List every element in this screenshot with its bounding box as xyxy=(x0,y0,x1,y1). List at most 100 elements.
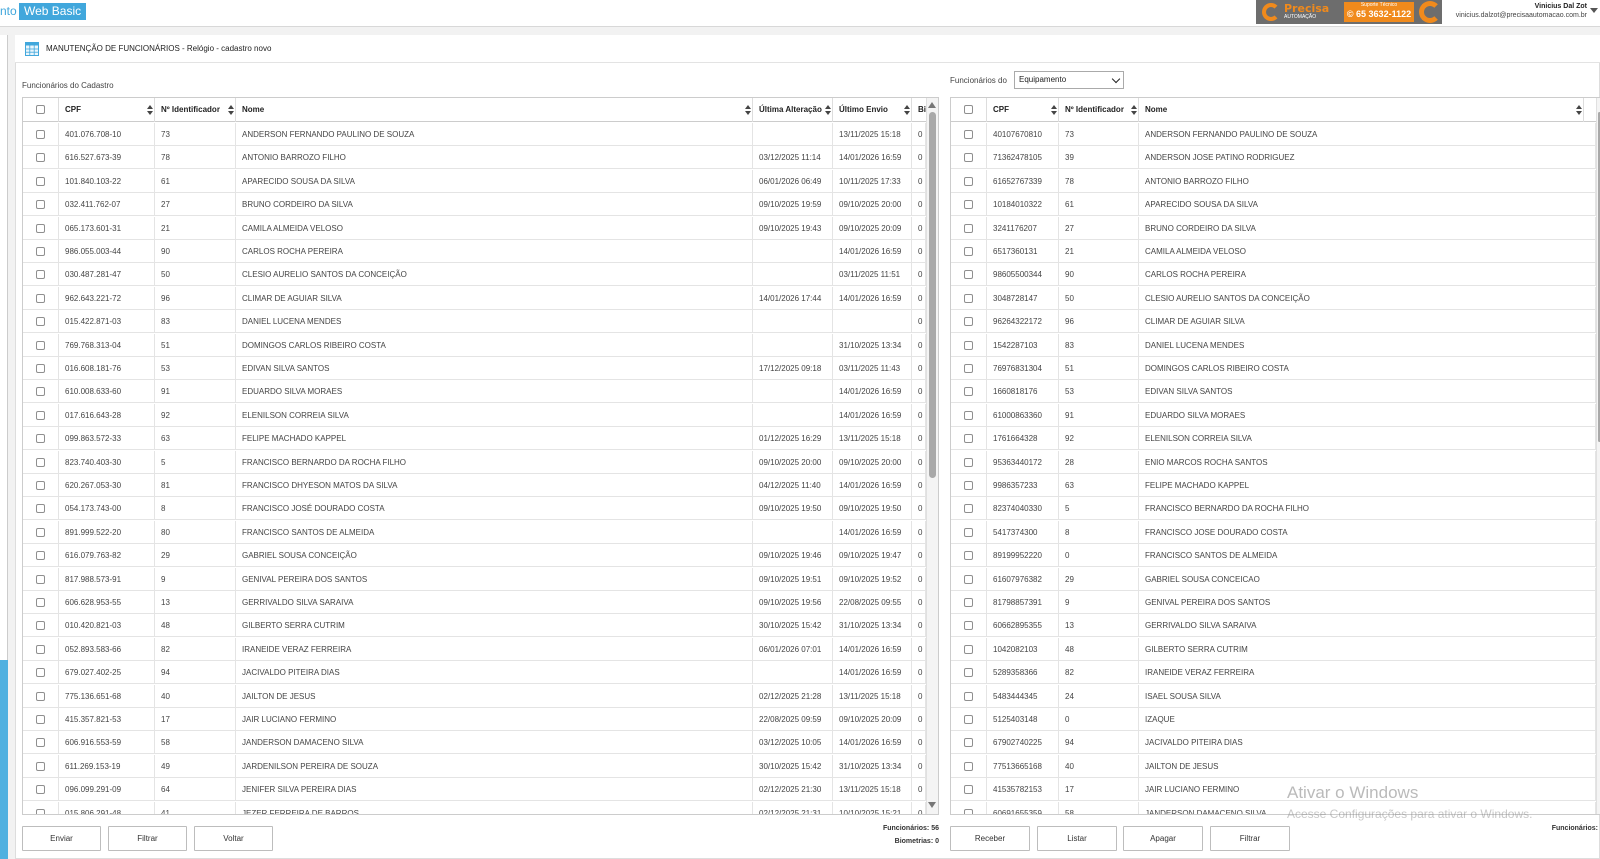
table-row[interactable]: 016.608.181-76 53 EDIVAN SILVA SANTOS 17/12… xyxy=(23,357,926,380)
filtrar-left-button[interactable]: Filtrar xyxy=(108,826,187,851)
apagar-button[interactable]: Apagar xyxy=(1123,826,1203,851)
row-checkbox[interactable] xyxy=(964,785,973,795)
table-row[interactable]: 89199952220 0 FRANCISCO SANTOS DE ALMEIDA xyxy=(951,544,1596,568)
row-checkbox[interactable] xyxy=(36,598,45,607)
table-row[interactable]: 015.422.871-03 83 DANIEL LUCENA MENDES 0 xyxy=(23,310,926,334)
table-row[interactable]: 769.768.313-04 51 DOMINGOS CARLOS RIBEIRO … xyxy=(23,333,926,357)
table-row[interactable]: 401.076.708-10 73 ANDERSON FERNANDO PAULIN… xyxy=(23,123,926,146)
voltar-button[interactable]: Voltar xyxy=(194,826,273,851)
row-checkbox[interactable] xyxy=(964,504,973,514)
table-row[interactable]: 82374040330 5 FRANCISCO BERNARDO DA ROCHA … xyxy=(951,497,1596,521)
table-row[interactable]: 606.916.553-59 58 JANDERSON DAMACENO SILVA… xyxy=(23,731,926,755)
table-row[interactable]: 032.411.762-07 27 BRUNO CORDEIRO DA SILVA 0… xyxy=(23,193,926,217)
column-header-identificador[interactable]: Nº Identificador xyxy=(155,98,236,122)
listar-button[interactable]: Listar xyxy=(1037,826,1117,851)
row-checkbox[interactable] xyxy=(36,527,45,537)
table-row[interactable]: 67902740225 94 JACIVALDO PITEIRA DIAS xyxy=(951,731,1596,755)
table-row[interactable]: 1761664328 92 ELENILSON CORREIA SILVA xyxy=(951,427,1596,451)
filtrar-right-button[interactable]: Filtrar xyxy=(1210,826,1290,851)
row-checkbox[interactable] xyxy=(36,410,45,420)
row-checkbox[interactable] xyxy=(964,200,973,210)
vertical-scrollbar[interactable] xyxy=(926,98,938,814)
table-row[interactable]: 61652767339 78 ANTONIO BARROZO FILHO xyxy=(951,169,1596,193)
table-row[interactable]: 065.173.601-31 21 CAMILA ALMEIDA VELOSO 09/… xyxy=(23,216,926,240)
table-row[interactable]: 96264322172 96 CLIMAR DE AGUIAR SILVA xyxy=(951,310,1596,334)
table-row[interactable]: 98605500344 90 CARLOS ROCHA PEREIRA xyxy=(951,263,1596,287)
row-checkbox[interactable] xyxy=(36,340,45,350)
row-checkbox[interactable] xyxy=(36,644,45,654)
table-row[interactable]: 616.079.763-82 29 GABRIEL SOUSA CONCEIÇÃO 0… xyxy=(23,544,926,568)
row-checkbox[interactable] xyxy=(36,785,45,795)
row-checkbox[interactable] xyxy=(964,247,973,256)
table-row[interactable]: 61607976382 29 GABRIEL SOUSA CONCEICAO xyxy=(951,567,1596,591)
row-checkbox[interactable] xyxy=(964,668,973,678)
table-row[interactable]: 77513665168 40 JAILTON DE JESUS xyxy=(951,754,1596,778)
row-checkbox[interactable] xyxy=(36,761,45,771)
table-row[interactable]: 775.136.651-68 40 JAILTON DE JESUS 02/12/20… xyxy=(23,684,926,708)
table-row[interactable]: 823.740.403-30 5 FRANCISCO BERNARDO DA ROC… xyxy=(23,450,926,474)
table-row[interactable]: 5417374300 8 FRANCISCO JOSE DOURADO COSTA xyxy=(951,520,1596,544)
table-row[interactable]: 606.628.953-55 13 GERRIVALDO SILVA SARAIVA… xyxy=(23,591,926,614)
row-checkbox[interactable] xyxy=(36,130,45,139)
table-row[interactable]: 9986357233 63 FELIPE MACHADO KAPPEL xyxy=(951,474,1596,497)
table-row[interactable]: 5125403148 0 IZAQUE xyxy=(951,708,1596,731)
row-checkbox[interactable] xyxy=(964,293,973,303)
row-checkbox[interactable] xyxy=(36,551,45,561)
row-checkbox[interactable] xyxy=(964,410,973,420)
table-row[interactable]: 015.806.291-48 41 JEZER FERREIRA DE BARROS… xyxy=(23,801,926,814)
column-header-ultima-alteracao[interactable]: Última Alteração xyxy=(753,98,833,122)
row-checkbox[interactable] xyxy=(964,387,973,397)
scrollbar-thumb[interactable] xyxy=(929,112,936,478)
row-checkbox[interactable] xyxy=(36,293,45,303)
select-all-checkbox[interactable] xyxy=(964,105,973,114)
row-checkbox[interactable] xyxy=(964,176,973,186)
table-row[interactable]: 61000863360 91 EDUARDO SILVA MORAES xyxy=(951,403,1596,427)
table-row[interactable]: 10184010322 61 APARECIDO SOUSA DA SILVA xyxy=(951,193,1596,217)
table-row[interactable]: 5483444345 24 ISAEL SOUSA SILVA xyxy=(951,684,1596,708)
source-select[interactable]: Equipamento xyxy=(1014,71,1124,89)
row-checkbox[interactable] xyxy=(36,270,45,280)
row-checkbox[interactable] xyxy=(964,644,973,654)
chevron-down-icon[interactable] xyxy=(1590,8,1598,13)
row-checkbox[interactable] xyxy=(36,715,45,724)
table-row[interactable]: 052.893.583-66 82 IRANEIDE VERAZ FERREIRA 0… xyxy=(23,637,926,661)
table-row[interactable]: 60662895355 13 GERRIVALDO SILVA SARAIVA xyxy=(951,614,1596,638)
user-name[interactable]: Vinicius Dal Zot xyxy=(1535,3,1587,10)
row-checkbox[interactable] xyxy=(36,504,45,514)
table-row[interactable]: 76976831304 51 DOMINGOS CARLOS RIBEIRO COS… xyxy=(951,357,1596,380)
row-checkbox[interactable] xyxy=(36,434,45,444)
scroll-up-arrow-icon[interactable] xyxy=(928,102,936,108)
enviar-button[interactable]: Enviar xyxy=(22,826,101,851)
row-checkbox[interactable] xyxy=(964,574,973,584)
table-row[interactable]: 616.527.673-39 78 ANTONIO BARROZO FILHO 03/… xyxy=(23,146,926,170)
row-checkbox[interactable] xyxy=(36,153,45,163)
row-checkbox[interactable] xyxy=(964,457,973,467)
row-checkbox[interactable] xyxy=(964,738,973,748)
column-header-cpf[interactable]: CPF xyxy=(59,98,155,122)
row-checkbox[interactable] xyxy=(964,527,973,537)
table-row[interactable]: 610.008.633-60 91 EDUARDO SILVA MORAES 14/0… xyxy=(23,380,926,404)
table-row[interactable]: 099.863.572-33 63 FELIPE MACHADO KAPPEL 01/… xyxy=(23,427,926,451)
chevron-down-icon[interactable] xyxy=(1111,74,1121,84)
table-row[interactable]: 1542287103 83 DANIEL LUCENA MENDES xyxy=(951,333,1596,357)
table-row[interactable]: 620.267.053-30 81 FRANCISCO DHYESON MATOS … xyxy=(23,474,926,497)
row-checkbox[interactable] xyxy=(964,761,973,771)
row-checkbox[interactable] xyxy=(36,481,45,490)
column-header-nome[interactable]: Nome xyxy=(1139,98,1584,122)
row-checkbox[interactable] xyxy=(36,738,45,748)
table-row[interactable]: 962.643.221-72 96 CLIMAR DE AGUIAR SILVA 14… xyxy=(23,286,926,310)
row-checkbox[interactable] xyxy=(36,387,45,397)
row-checkbox[interactable] xyxy=(36,317,45,327)
row-checkbox[interactable] xyxy=(36,691,45,701)
row-checkbox[interactable] xyxy=(964,598,973,607)
table-row[interactable]: 054.173.743-00 8 FRANCISCO JOSÉ DOURADO CO… xyxy=(23,497,926,521)
row-checkbox[interactable] xyxy=(964,340,973,350)
row-checkbox[interactable] xyxy=(964,434,973,444)
row-checkbox[interactable] xyxy=(964,130,973,139)
row-checkbox[interactable] xyxy=(36,223,45,233)
row-checkbox[interactable] xyxy=(36,457,45,467)
row-checkbox[interactable] xyxy=(964,153,973,163)
table-row[interactable]: 017.616.643-28 92 ELENILSON CORREIA SILVA 1… xyxy=(23,403,926,427)
row-checkbox[interactable] xyxy=(36,808,45,814)
table-row[interactable]: 3241176207 27 BRUNO CORDEIRO DA SILVA xyxy=(951,216,1596,240)
